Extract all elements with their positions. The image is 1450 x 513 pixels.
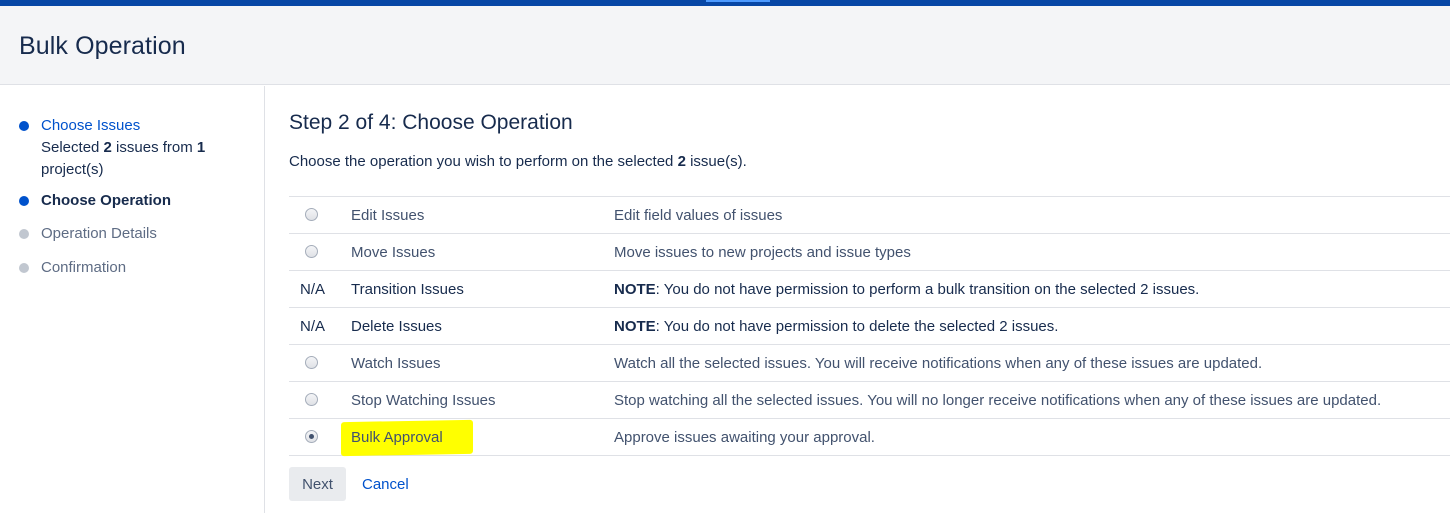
bulk-approval-radio[interactable]	[305, 430, 318, 443]
step-current-dot-icon	[19, 196, 29, 206]
intro-text: Choose the operation you wish to perform…	[289, 153, 747, 170]
step-heading: Step 2 of 4: Choose Operation	[289, 111, 573, 134]
page-title: Bulk Operation	[19, 32, 186, 60]
operation-description: Stop watching all the selected issues. Y…	[614, 392, 1382, 409]
operations-table: Edit Issues Edit field values of issues …	[289, 196, 1450, 457]
operation-note: NOTE: You do not have permission to dele…	[614, 318, 1059, 335]
stop-watching-issues-radio[interactable]	[305, 393, 318, 406]
operation-description: Watch all the selected issues. You will …	[614, 355, 1263, 372]
operation-row-stop-watching-issues[interactable]: Stop Watching Issues Stop watching all t…	[289, 382, 1450, 419]
cancel-link[interactable]: Cancel	[362, 476, 409, 493]
edit-issues-radio[interactable]	[305, 208, 318, 221]
step-complete-dot-icon	[19, 121, 29, 131]
note-label: NOTE	[614, 318, 656, 335]
operation-row-edit-issues[interactable]: Edit Issues Edit field values of issues	[289, 197, 1450, 234]
step-label: Choose Operation	[41, 192, 172, 209]
not-available-label: N/A	[300, 281, 326, 298]
operation-description: Edit field values of issues	[614, 207, 783, 224]
page-header: Bulk Operation	[0, 6, 1450, 85]
operation-name[interactable]: Stop Watching Issues	[351, 392, 496, 409]
step-detail: Selected 2 issues from 1 project(s)	[41, 139, 206, 178]
operation-description: Approve issues awaiting your approval.	[614, 429, 875, 446]
next-button[interactable]: Next	[289, 467, 346, 501]
note-label: NOTE	[614, 281, 656, 298]
step-pending-dot-icon	[19, 229, 29, 239]
operation-name: Delete Issues	[351, 318, 442, 335]
step-pending-dot-icon	[19, 263, 29, 273]
operation-name[interactable]: Bulk Approval	[351, 429, 443, 446]
operation-row-move-issues[interactable]: Move Issues Move issues to new projects …	[289, 234, 1450, 271]
operation-row-bulk-approval[interactable]: Bulk Approval Approve issues awaiting yo…	[289, 419, 1450, 457]
operation-row-watch-issues[interactable]: Watch Issues Watch all the selected issu…	[289, 345, 1450, 382]
operation-name: Transition Issues	[351, 281, 464, 298]
operation-row-transition-issues: N/A Transition Issues NOTE: You do not h…	[289, 271, 1450, 308]
wizard-steps-sidebar: Choose Issues Selected 2 issues from 1 p…	[0, 86, 265, 513]
intro-issue-count: 2	[677, 153, 686, 170]
step-label: Operation Details	[41, 225, 157, 242]
operation-row-delete-issues: N/A Delete Issues NOTE: You do not have …	[289, 308, 1450, 345]
step-label: Confirmation	[41, 259, 127, 276]
operation-description: Move issues to new projects and issue ty…	[614, 244, 911, 261]
active-nav-indicator	[706, 0, 770, 2]
operation-name[interactable]: Edit Issues	[351, 207, 424, 224]
step-label[interactable]: Choose Issues	[41, 115, 251, 137]
selected-issue-count: 2	[103, 139, 112, 156]
operation-name[interactable]: Watch Issues	[351, 355, 440, 372]
operation-name[interactable]: Move Issues	[351, 244, 435, 261]
watch-issues-radio[interactable]	[305, 356, 318, 369]
move-issues-radio[interactable]	[305, 245, 318, 258]
operation-note: NOTE: You do not have permission to perf…	[614, 281, 1200, 298]
not-available-label: N/A	[300, 318, 326, 335]
project-count: 1	[196, 139, 206, 156]
